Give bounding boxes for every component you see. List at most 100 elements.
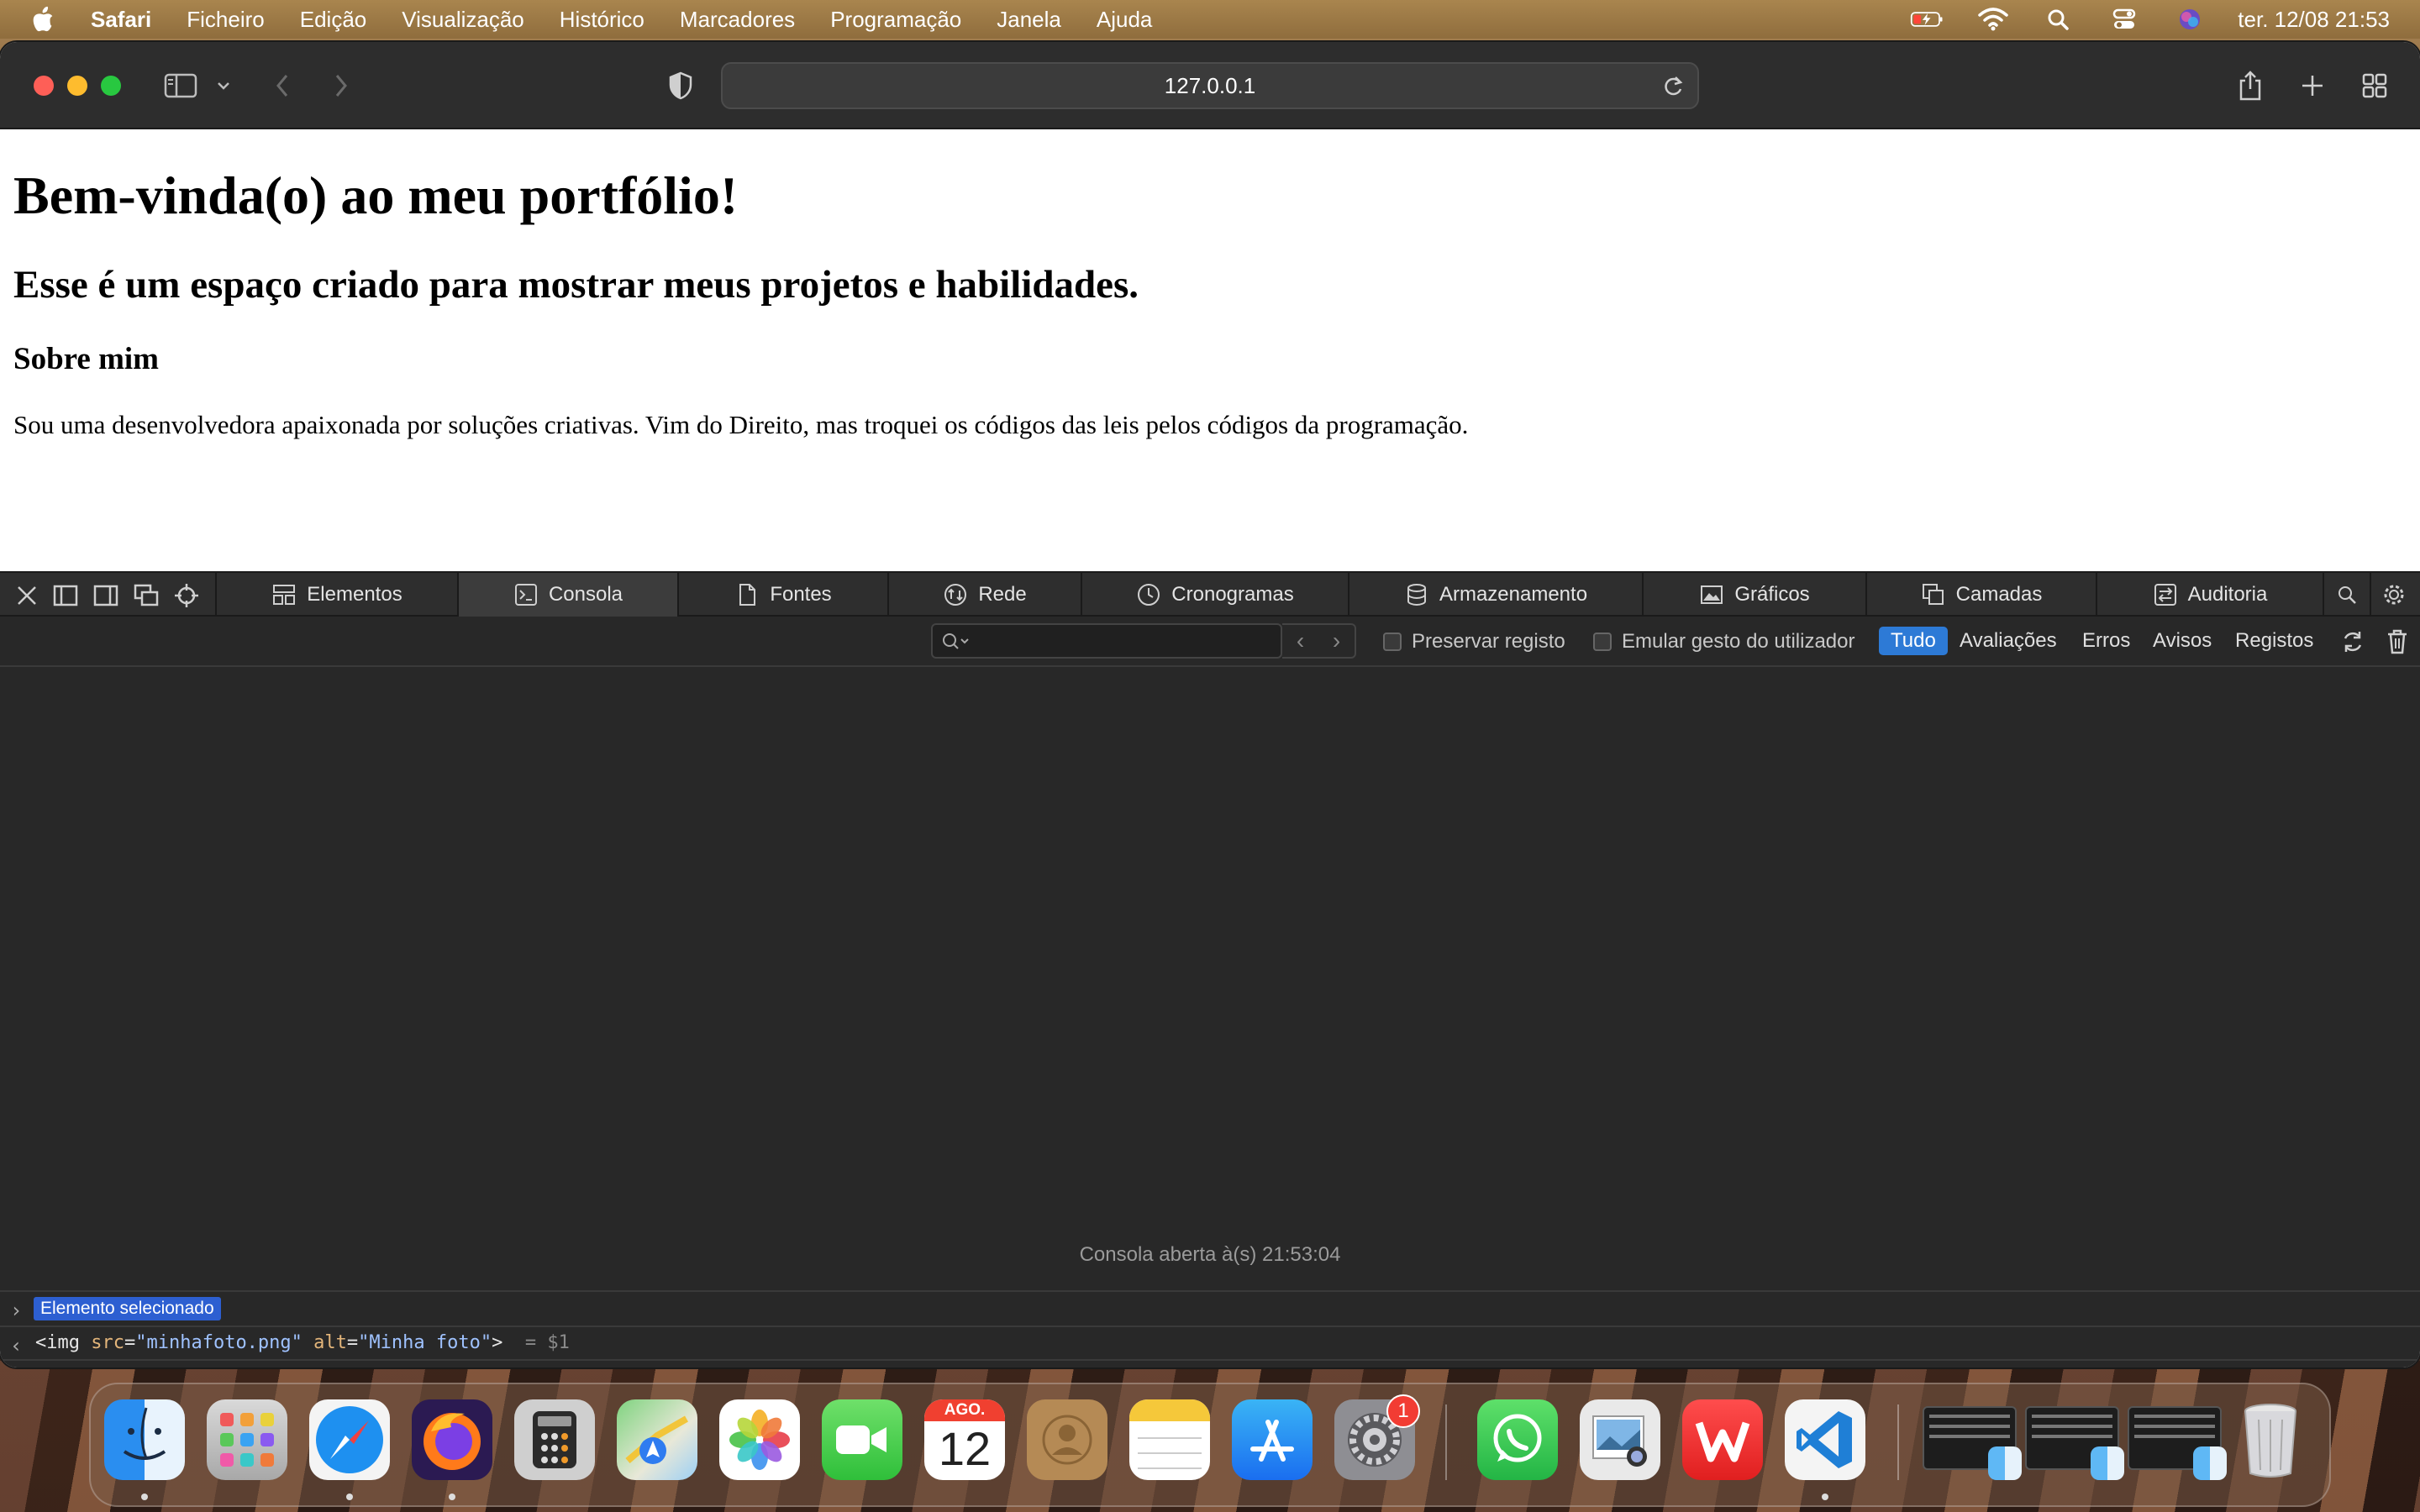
share-button[interactable] [2233,67,2267,104]
window-zoom-button[interactable] [101,76,121,96]
level-registos-button[interactable]: Registos [2223,627,2325,655]
menu-bar-clock[interactable]: ter. 12/08 21:53 [2238,7,2390,33]
inspector-search-button[interactable] [2323,573,2370,617]
tab-overview-button[interactable] [2358,67,2391,104]
forward-button[interactable] [328,67,355,104]
inspector-settings-button[interactable] [2370,573,2417,617]
tab-elementos[interactable]: Elementos [215,573,457,617]
maps-icon [625,1415,688,1464]
sidebar-toggle-button[interactable] [161,67,200,104]
window-minimize-button[interactable] [67,76,87,96]
dock-mapas[interactable] [617,1399,697,1480]
tab-armazenamento[interactable]: Armazenamento [1348,573,1642,617]
dock-whatsapp[interactable] [1477,1399,1558,1480]
filter-previous-icon[interactable]: ‹ [1282,625,1318,657]
level-tudo-button[interactable]: Tudo [1879,627,1948,655]
dock-definicoes-sistema[interactable]: 1 [1334,1394,1420,1480]
dock-minimized-window-3[interactable] [2128,1406,2227,1480]
dock-launchpad[interactable] [207,1399,287,1480]
new-tab-button[interactable] [2296,67,2329,104]
level-avaliacoes-button[interactable]: Avaliações [1948,627,2069,655]
dock-notas[interactable] [1129,1399,1210,1480]
menu-historico[interactable]: Histórico [560,7,644,33]
dock-minimized-window-2[interactable] [2025,1406,2124,1480]
expand-chevron-icon[interactable]: › [10,1299,22,1322]
tab-group-dropdown-button[interactable] [212,67,235,104]
dock-running-indicator [346,1494,353,1500]
attr-src-name: src [91,1332,124,1353]
window-close-button[interactable] [34,76,54,96]
detach-window-icon[interactable] [133,583,160,608]
img-element-code[interactable]: <img src="minhafoto.png" alt="Minha foto… [35,1332,570,1353]
tab-consola-label: Consola [548,583,623,606]
console-row-selected-element[interactable]: › Elemento selecionado [0,1290,2420,1326]
tab-camadas[interactable]: Camadas [1865,573,2096,617]
spotlight-search-icon[interactable] [2041,7,2076,32]
close-icon[interactable] [13,583,40,608]
wifi-icon[interactable] [1975,7,2011,32]
dock-left-icon[interactable] [52,583,79,608]
dock-calculadora[interactable] [514,1399,595,1480]
menu-janela[interactable]: Janela [997,7,1061,33]
level-avisos-button[interactable]: Avisos [2141,627,2223,655]
dock-trash[interactable] [2230,1399,2311,1480]
dock-facetime[interactable] [822,1399,902,1480]
dock-fotografias[interactable] [719,1399,800,1480]
console-filter-input[interactable] [931,623,1282,659]
tab-cronogramas-label: Cronogramas [1171,583,1294,606]
menu-app-name[interactable]: Safari [91,7,151,33]
emulate-gesture-box[interactable] [1593,633,1612,651]
preserve-log-checkbox[interactable]: Preservar registo [1383,630,1565,654]
privacy-report-button[interactable] [664,67,697,104]
dock-right-icon[interactable] [92,583,119,608]
apple-logo-icon[interactable] [30,5,55,34]
dock-firefox[interactable] [412,1399,492,1480]
menu-programacao[interactable]: Programação [830,7,961,33]
tab-auditoria[interactable]: Auditoria [2096,573,2323,617]
address-bar[interactable]: 127.0.0.1 [721,62,1699,109]
wps-office-icon [1695,1421,1750,1462]
console-icon [514,584,537,606]
reload-icon[interactable] [1660,74,1686,99]
tab-cronogramas[interactable]: Cronogramas [1081,573,1348,617]
dock-safari[interactable] [309,1399,390,1480]
menu-ficheiro[interactable]: Ficheiro [187,7,264,33]
dock-app-store[interactable] [1232,1399,1313,1480]
dock-pre-visualizacao[interactable] [1580,1399,1660,1480]
back-button[interactable] [269,67,296,104]
clear-on-reload-icon[interactable] [2339,628,2366,655]
element-picker-icon[interactable] [173,583,200,608]
dock-contactos[interactable] [1027,1399,1107,1480]
console-row-img-result[interactable]: ‹ <img src="minhafoto.png" alt="Minha fo… [0,1326,2420,1359]
tab-fontes[interactable]: Fontes [677,573,887,617]
preserve-log-box[interactable] [1383,633,1402,651]
dock-wps-office[interactable] [1682,1399,1763,1480]
menu-edicao[interactable]: Edição [300,7,367,33]
console-prompt[interactable]: › [0,1359,2420,1368]
dock-minimized-window-1[interactable] [1923,1406,2022,1480]
battery-charging-icon[interactable] [1910,7,1945,32]
audit-icon [2154,584,2176,606]
finder-badge-icon [1988,1446,2022,1480]
sources-icon [739,584,756,606]
filter-next-icon[interactable]: › [1318,625,1355,657]
dock-finder[interactable] [104,1399,185,1480]
vscode-icon [1797,1411,1852,1468]
emulate-gesture-checkbox[interactable]: Emular gesto do utilizador [1593,630,1854,654]
tab-rede[interactable]: Rede [887,573,1081,617]
menu-ajuda[interactable]: Ajuda [1097,7,1153,33]
tab-graficos[interactable]: Gráficos [1642,573,1865,617]
notes-header [1129,1399,1210,1421]
menu-visualizacao[interactable]: Visualização [402,7,524,33]
calculator-icon [533,1411,576,1468]
tab-consola[interactable]: Consola [457,573,677,617]
siri-icon[interactable] [2172,7,2207,32]
trash-icon[interactable] [2385,628,2410,655]
result-arrow-icon: ‹ [10,1334,23,1357]
dock-calendario[interactable]: AGO. 12 [924,1399,1005,1480]
dock-visual-studio-code[interactable] [1785,1399,1865,1480]
menu-marcadores[interactable]: Marcadores [680,7,795,33]
level-erros-button[interactable]: Erros [2070,627,2142,655]
control-center-icon[interactable] [2107,7,2142,32]
menu-bar: Safari Ficheiro Edição Visualização Hist… [0,0,2420,39]
